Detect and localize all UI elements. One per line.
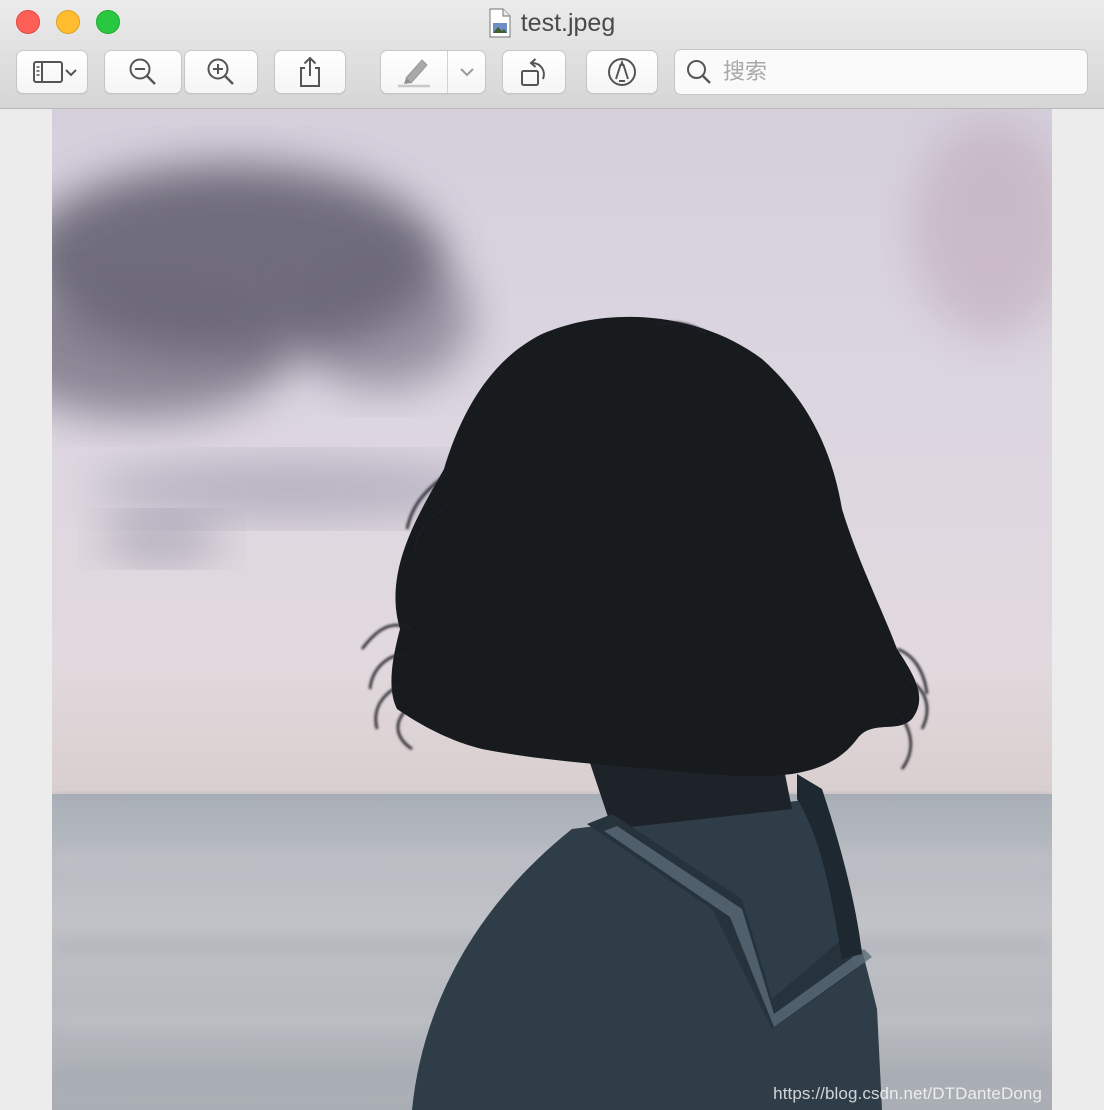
sidebar-toggle-button[interactable] xyxy=(16,50,88,94)
highlight-pen-button[interactable] xyxy=(381,51,447,93)
title-toolbar: test.jpeg xyxy=(0,0,1104,109)
figure-silhouette xyxy=(361,316,929,1110)
search-field[interactable] xyxy=(674,49,1088,95)
markup-icon xyxy=(608,58,636,86)
window-title-text: test.jpeg xyxy=(520,8,616,37)
photo-illustration xyxy=(52,119,1052,1110)
zoom-out-button[interactable] xyxy=(104,50,182,94)
search-input[interactable] xyxy=(721,58,1085,86)
highlight-options-button[interactable] xyxy=(448,51,486,93)
zoom-out-icon xyxy=(129,58,156,85)
watermark-text: https://blog.csdn.net/DTDanteDong xyxy=(773,1084,1042,1103)
jpeg-file-icon xyxy=(489,8,511,38)
highlight-button[interactable] xyxy=(380,50,486,94)
share-icon xyxy=(300,56,320,87)
preview-window: test.jpeg 搜索 https://blog.csdn.net/DTDan… xyxy=(0,0,1104,1110)
highlight-pen-icon xyxy=(398,59,430,88)
zoom-in-icon xyxy=(207,58,234,85)
image-viewport: https://blog.csdn.net/DTDanteDong xyxy=(0,109,1104,1110)
rotate-left-icon xyxy=(521,58,545,86)
search-icon xyxy=(687,60,711,84)
share-button[interactable] xyxy=(274,50,346,94)
chevron-down-icon xyxy=(460,68,474,77)
sidebar-toggle-icon xyxy=(33,61,77,83)
markup-button[interactable] xyxy=(586,50,658,94)
zoom-in-button[interactable] xyxy=(184,50,258,94)
window-title: test.jpeg xyxy=(0,6,1104,40)
rotate-left-button[interactable] xyxy=(502,50,566,94)
photo-canvas: https://blog.csdn.net/DTDanteDong xyxy=(52,109,1052,1110)
